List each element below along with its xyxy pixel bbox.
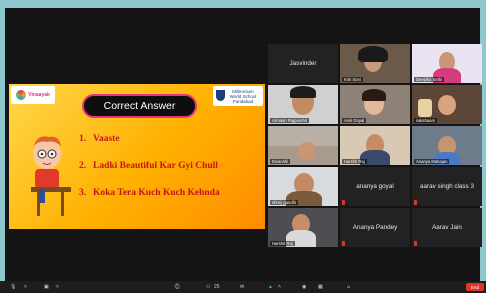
- participant-name: Armaan Rajpurohit: [270, 118, 309, 123]
- chevron-up-icon[interactable]: ˄: [56, 284, 59, 290]
- security-icon[interactable]: ⛑: [174, 284, 180, 290]
- participant-video: [298, 142, 316, 160]
- swirl-logo-icon: [16, 90, 27, 100]
- participant-name: Divanshi: [270, 159, 291, 164]
- breakout-rooms-icon[interactable]: ▦: [318, 284, 323, 290]
- participant-tile[interactable]: Armaan Rajpurohit: [268, 85, 338, 124]
- share-screen-icon[interactable]: ▲: [268, 284, 273, 290]
- hair-shape: [362, 89, 386, 101]
- hair-shape: [358, 46, 388, 62]
- participant-tile[interactable]: Kriti Soni: [340, 44, 410, 83]
- mic-muted-icon: [342, 200, 345, 205]
- participant-name: aarav singh class 3: [420, 183, 474, 190]
- meeting-toolbar: 🎙 ˄ ▣ ˄ ⛑ ⚇ 25 ✉ ▲ ˄ ◉ ▦ ☺ End: [0, 281, 486, 293]
- participant-tile[interactable]: Aarav Jain: [412, 208, 482, 247]
- mic-muted-icon: [414, 200, 417, 205]
- microphone-icon[interactable]: 🎙: [10, 284, 16, 290]
- logo-left-text: Vinaayak: [28, 92, 50, 98]
- kid-cartoon-icon: [31, 136, 71, 216]
- crest-icon: [216, 90, 225, 101]
- shared-slide: Vinaayak Millennium World School Faridab…: [9, 84, 265, 229]
- participant-name: Aarav Jain: [432, 224, 462, 231]
- logo-left: Vinaayak: [11, 86, 55, 104]
- record-icon[interactable]: ◉: [302, 284, 306, 290]
- answer-number: 1.: [79, 134, 87, 144]
- answers-list: 1. Vaaste 2. Ladki Beautiful Kar Gyi Chull…: [79, 134, 220, 215]
- school-name-line3: Faridabad: [232, 98, 254, 104]
- school-logo: Millennium World School Faridabad: [213, 86, 263, 106]
- participant-tile[interactable]: Divanshi: [268, 126, 338, 165]
- participant-tile[interactable]: Deepika Sethi: [412, 44, 482, 83]
- participant-tile[interactable]: Ananya Mahajan: [412, 126, 482, 165]
- participant-tile[interactable]: shrey gandhi: [268, 167, 338, 206]
- answer-number: 2.: [79, 161, 87, 171]
- answer-item: 3. Koka Tera Kuch Kuch Kehnda: [79, 188, 220, 198]
- participant-name: Deepika Sethi: [414, 77, 445, 82]
- participant-tile[interactable]: sakshaam: [412, 85, 482, 124]
- participant-tile[interactable]: ananya goyal: [340, 167, 410, 206]
- video-camera-icon[interactable]: ▣: [44, 284, 49, 290]
- participant-name: Harshit Raj: [342, 159, 367, 164]
- chevron-up-icon[interactable]: ˄: [24, 284, 27, 290]
- answer-item: 1. Vaaste: [79, 134, 220, 144]
- participant-tile[interactable]: Jasvinder: [268, 44, 338, 83]
- answer-item: 2. Ladki Beautiful Kar Gyi Chull: [79, 161, 220, 171]
- end-meeting-button[interactable]: End: [466, 283, 484, 291]
- participant-video: [438, 95, 456, 115]
- mic-muted-icon: [342, 241, 345, 246]
- answer-text: Vaaste: [93, 134, 120, 144]
- chevron-up-icon[interactable]: ˄: [278, 284, 281, 290]
- participant-name: Kriti Soni: [342, 77, 363, 82]
- answer-number: 3.: [79, 188, 87, 198]
- participant-name: Jasvinder: [289, 60, 317, 67]
- chat-icon[interactable]: ✉: [240, 284, 244, 290]
- participant-name: sakshaam: [414, 118, 438, 123]
- participant-tile[interactable]: Ananya Pandey: [340, 208, 410, 247]
- participant-name: ananya goyal: [356, 183, 394, 190]
- participants-icon[interactable]: ⚇: [206, 284, 210, 290]
- participant-tile[interactable]: aarav singh class 3: [412, 167, 482, 206]
- participant-name: Ananya Mahajan: [414, 159, 450, 164]
- hair-shape: [290, 86, 316, 98]
- meeting-stage: Vinaayak Millennium World School Faridab…: [5, 8, 482, 285]
- mic-muted-icon: [414, 241, 417, 246]
- participant-name: shrey gandhi: [270, 200, 298, 205]
- reactions-icon[interactable]: ☺: [346, 284, 351, 290]
- participant-name: Ananya Pandey: [352, 224, 398, 231]
- participant-tile[interactable]: Harshit Raj: [340, 126, 410, 165]
- answer-text: Koka Tera Kuch Kuch Kehnda: [93, 188, 220, 198]
- answer-text: Ladki Beautiful Kar Gyi Chull: [93, 161, 218, 171]
- participant-name: Harshit Raj: [270, 241, 295, 246]
- participant-count: 25: [214, 284, 220, 290]
- participant-name: Avni Goyal: [342, 118, 367, 123]
- participant-tile[interactable]: Avni Goyal: [340, 85, 410, 124]
- correct-answer-banner: Correct Answer: [82, 94, 197, 118]
- background-object: [418, 99, 432, 117]
- participant-tile[interactable]: Harshit Raj: [268, 208, 338, 247]
